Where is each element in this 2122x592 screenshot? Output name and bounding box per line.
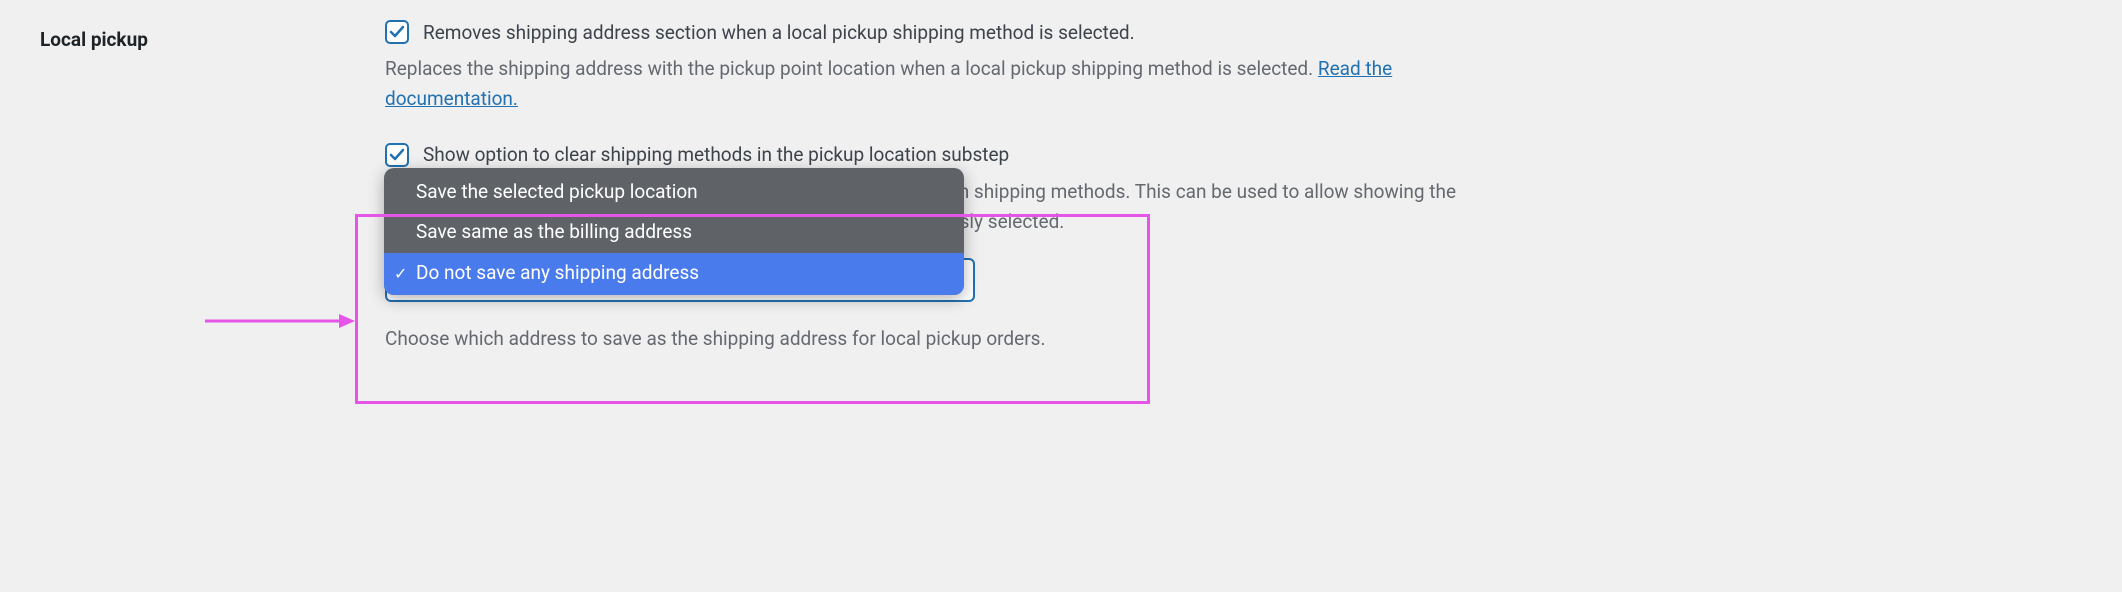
checkbox-show-clear[interactable] (385, 143, 409, 167)
annotation-arrow (205, 311, 355, 331)
option-show-clear-shipping: Show option to clear shipping methods in… (385, 143, 2082, 167)
dropdown-option-no-shipping-address[interactable]: ✓ Do not save any shipping address (384, 253, 964, 296)
section-title: Local pickup (40, 20, 385, 51)
dropdown-popup: Save the selected pickup location Save s… (384, 168, 964, 296)
checkbox-label-show-clear: Show option to clear shipping methods in… (423, 143, 1009, 166)
shipping-address-save-setting: Save the selected pickup location Save s… (385, 266, 2082, 308)
settings-content: Removes shipping address section when a … (385, 20, 2082, 354)
checkmark-icon: ✓ (394, 262, 407, 286)
checkmark-icon (389, 147, 405, 163)
description-remove-shipping: Replaces the shipping address with the p… (385, 54, 1485, 115)
checkmark-icon (389, 24, 405, 40)
option-remove-shipping-address: Removes shipping address section when a … (385, 20, 2082, 44)
dropdown-option-save-pickup-location[interactable]: Save the selected pickup location (384, 168, 964, 213)
checkbox-label-remove-shipping: Removes shipping address section when a … (423, 21, 1135, 44)
settings-row-local-pickup: Local pickup Removes shipping address se… (40, 20, 2082, 354)
checkbox-remove-shipping[interactable] (385, 20, 409, 44)
dropdown-option-save-billing-address[interactable]: Save same as the billing address (384, 212, 964, 253)
description-dropdown: Choose which address to save as the ship… (385, 324, 1485, 354)
